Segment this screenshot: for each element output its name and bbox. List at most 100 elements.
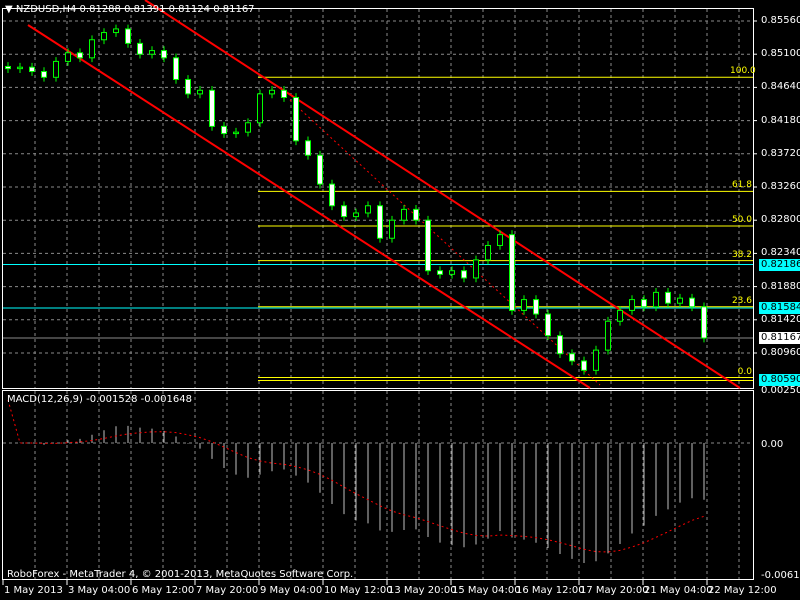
price-tag: 0.81167	[759, 332, 800, 345]
bear-candle	[701, 306, 707, 339]
bull-candle	[149, 50, 155, 55]
bear-candle	[161, 50, 167, 59]
time-axis-label: 13 May 20:00	[388, 585, 457, 596]
bear-candle	[641, 299, 647, 308]
bear-candle	[209, 89, 215, 127]
time-axis-label: 16 May 12:00	[516, 585, 585, 596]
bull-candle	[89, 39, 95, 59]
bull-candle	[485, 244, 491, 261]
price-axis-label: 0.81420	[761, 313, 800, 325]
bull-candle	[449, 270, 455, 275]
bear-candle	[533, 299, 539, 315]
price-axis-label: 0.85560	[761, 15, 800, 26]
price-axis-label: 0.81880	[761, 280, 800, 292]
fibo-level-label: 38.2	[731, 249, 752, 260]
main-pane-frame	[2, 8, 754, 389]
bear-candle	[329, 183, 335, 207]
bear-candle	[509, 234, 515, 311]
low-price: 0.81124	[168, 4, 210, 15]
bear-candle	[377, 205, 383, 239]
bear-candle	[173, 57, 179, 80]
bear-candle	[665, 291, 671, 304]
bull-candle	[17, 66, 23, 70]
bull-candle	[233, 131, 239, 135]
fibo-level-label: 61.8	[731, 180, 752, 191]
bull-candle	[473, 259, 479, 279]
close-price: 0.81167	[213, 4, 255, 15]
time-axis-label: 7 May 20:00	[196, 585, 259, 596]
open-price: 0.81288	[79, 4, 121, 15]
fibo-level-label: 0.0	[737, 366, 752, 377]
time-axis-label: 10 May 12:00	[324, 585, 393, 596]
time-axis-label: 3 May 04:00	[68, 585, 131, 596]
symbol-header: ▼ NZDUSD,H4 0.81288 0.81391 0.81124 0.81…	[5, 4, 255, 16]
fibo-level-label: 100.0	[730, 66, 756, 77]
bear-candle	[461, 270, 467, 279]
channel-middle-line	[289, 99, 601, 386]
bull-candle	[65, 52, 71, 62]
time-axis-label: 1 May 2013	[4, 585, 63, 596]
bull-candle	[617, 309, 623, 322]
bear-candle	[425, 219, 431, 272]
macd-label: MACD(12,26,9) -0.001528 -0.001648	[7, 394, 192, 405]
bear-candle	[305, 140, 311, 156]
bear-candle	[221, 125, 227, 135]
price-axis-label: 0.82800	[761, 214, 800, 226]
bear-candle	[137, 42, 143, 55]
channel-lower-line	[27, 24, 591, 389]
bear-candle	[413, 208, 419, 221]
bull-candle	[629, 299, 635, 311]
bear-candle	[41, 71, 47, 78]
bull-candle	[497, 234, 503, 246]
symbol-label: NZDUSD,H4	[15, 4, 77, 15]
bull-candle	[677, 297, 683, 304]
time-axis-label: 17 May 20:00	[580, 585, 649, 596]
bull-candle	[605, 320, 611, 351]
bear-candle	[581, 360, 587, 371]
price-tag: 0.80590	[759, 373, 800, 386]
bear-candle	[281, 89, 287, 99]
bull-candle	[353, 212, 359, 218]
high-price: 0.81391	[124, 4, 166, 15]
bear-candle	[125, 28, 131, 44]
bull-candle	[269, 89, 275, 95]
price-axis-label: 0.84180	[761, 114, 800, 126]
price-tag: 0.81584	[759, 301, 800, 314]
bear-candle	[317, 154, 323, 185]
bear-candle	[293, 97, 299, 142]
bull-candle	[197, 89, 203, 95]
bull-candle	[113, 28, 119, 34]
macd-pane-frame	[2, 390, 754, 580]
collapse-triangle-icon[interactable]: ▼	[5, 4, 13, 15]
chart-canvas[interactable]	[0, 0, 800, 600]
bear-candle	[545, 313, 551, 337]
price-axis-label: 0.84640	[761, 81, 800, 93]
copyright-text: RoboForex - MetaTrader 4, © 2001-2013, M…	[7, 569, 354, 580]
time-axis-label: 6 May 12:00	[132, 585, 195, 596]
fibo-level-label: 23.6	[731, 295, 752, 306]
fibo-level-label: 50.0	[731, 214, 752, 225]
bull-candle	[257, 93, 263, 124]
price-axis-label: 0.83260	[761, 181, 800, 192]
bull-candle	[593, 349, 599, 371]
price-axis-label: 0.80960	[761, 347, 800, 358]
price-axis-label: 0.83720	[761, 147, 800, 159]
macd-axis-min: -0.006181	[761, 570, 800, 581]
bear-candle	[437, 270, 443, 275]
bull-candle	[365, 205, 371, 214]
time-axis-label: 21 May 04:00	[644, 585, 713, 596]
bear-candle	[341, 205, 347, 218]
bear-candle	[29, 66, 35, 73]
bear-candle	[5, 65, 11, 70]
bull-candle	[53, 60, 59, 78]
bear-candle	[185, 78, 191, 95]
bull-candle	[245, 122, 251, 133]
time-axis-label: 15 May 04:00	[452, 585, 521, 596]
time-axis-label: 9 May 04:00	[260, 585, 323, 596]
bear-candle	[689, 297, 695, 308]
bull-candle	[389, 219, 395, 239]
bear-candle	[77, 52, 83, 59]
macd-axis-zero: 0.00	[761, 439, 784, 450]
bear-candle	[569, 353, 575, 362]
macd-axis-max: 0.002509	[761, 385, 800, 396]
